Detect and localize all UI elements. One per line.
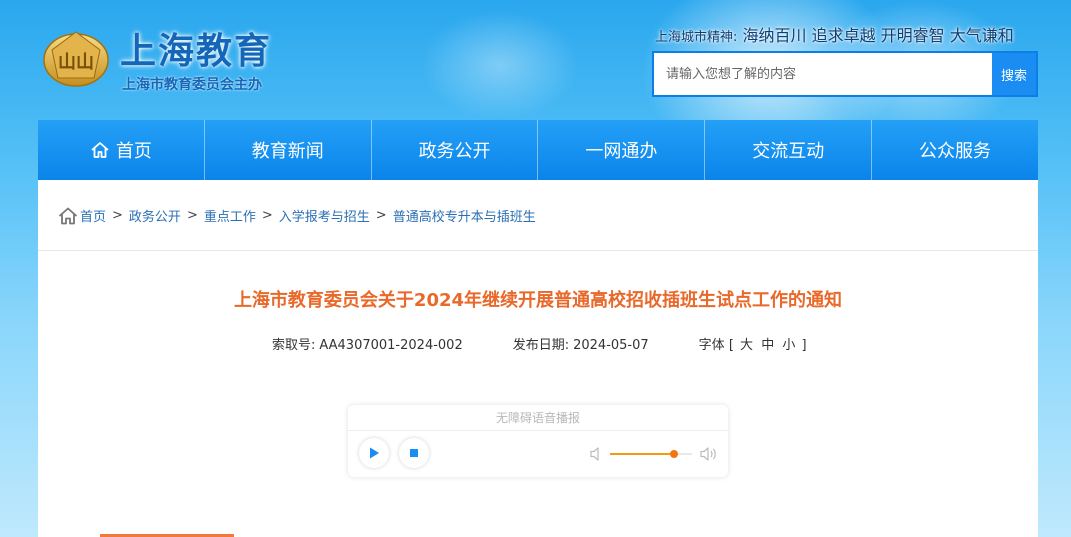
volume-low-icon[interactable]	[590, 446, 604, 462]
city-slogan: 上海城市精神: 海纳百川 追求卓越 开明睿智 大气谦和	[655, 22, 1014, 46]
article-meta: 索取号: AA4307001-2024-002 发布日期: 2024-05-07 字…	[272, 334, 807, 353]
nav-item-education-news[interactable]: 教育新闻	[205, 120, 372, 180]
site-logo[interactable]: 山山	[42, 26, 110, 88]
nav-item-label: 首页	[115, 141, 152, 162]
audio-player: 无障碍语音播报	[348, 405, 728, 477]
stop-icon	[410, 449, 418, 457]
home-icon	[58, 207, 78, 224]
font-size-medium[interactable]: 中	[761, 338, 774, 353]
breadcrumb-item-admission[interactable]: 入学报考与招生	[279, 206, 370, 225]
main-nav: 首页 教育新闻 政务公开 一网通办 交流互动 公众服务	[38, 120, 1038, 180]
svg-text:山山: 山山	[58, 52, 94, 73]
divider	[38, 250, 1038, 251]
breadcrumb-separator: >	[375, 208, 387, 223]
site-title[interactable]: 上海教育	[120, 22, 272, 74]
stop-button[interactable]	[399, 438, 429, 468]
breadcrumb: 首页 > 政务公开 > 重点工作 > 入学报考与招生 > 普通高校专升本与插班生	[58, 206, 536, 225]
slogan-text: 海纳百川 追求卓越 开明睿智 大气谦和	[742, 26, 1014, 45]
nav-item-label: 一网通办	[585, 141, 658, 162]
nav-item-home[interactable]: 首页	[38, 120, 205, 180]
breadcrumb-item-government-affairs[interactable]: 政务公开	[129, 206, 181, 225]
nav-item-public-service[interactable]: 公众服务	[872, 120, 1038, 180]
font-size-small[interactable]: 小	[782, 338, 795, 353]
volume-fill	[610, 453, 674, 455]
play-icon	[370, 447, 379, 459]
search-box: 搜索	[652, 51, 1038, 97]
breadcrumb-item-transfer-students[interactable]: 普通高校专升本与插班生	[393, 206, 536, 225]
content-panel: 首页 > 政务公开 > 重点工作 > 入学报考与招生 > 普通高校专升本与插班生…	[38, 180, 1038, 537]
article-title: 上海市教育委员会关于2024年继续开展普通高校招收插班生试点工作的通知	[233, 290, 843, 311]
search-button[interactable]: 搜索	[992, 53, 1036, 95]
nav-item-label: 政务公开	[418, 141, 491, 162]
nav-item-one-stop-service[interactable]: 一网通办	[538, 120, 706, 180]
volume-slider[interactable]	[610, 450, 692, 458]
index-number: 索取号: AA4307001-2024-002	[272, 338, 463, 353]
breadcrumb-item-key-work[interactable]: 重点工作	[204, 206, 256, 225]
breadcrumb-separator: >	[112, 208, 123, 223]
nav-item-label: 教育新闻	[251, 141, 324, 162]
nav-item-label: 交流互动	[752, 141, 825, 162]
home-icon	[91, 142, 109, 158]
header-flower-glow	[420, 10, 580, 120]
publish-date: 发布日期: 2024-05-07	[512, 338, 649, 353]
site-subtitle: 上海市教育委员会主办	[122, 77, 262, 93]
nav-item-label: 公众服务	[919, 141, 992, 162]
search-input[interactable]	[654, 53, 992, 95]
font-size-large[interactable]: 大	[740, 338, 753, 353]
volume-handle[interactable]	[669, 450, 678, 458]
slogan-label: 上海城市精神:	[655, 30, 738, 45]
play-button[interactable]	[359, 438, 389, 468]
nav-item-interaction[interactable]: 交流互动	[705, 120, 873, 180]
player-title: 无障碍语音播报	[348, 409, 728, 431]
nav-item-government-affairs[interactable]: 政务公开	[372, 120, 539, 180]
font-size-selector: 字体 [ 大 中 小 ]	[698, 338, 807, 353]
breadcrumb-separator: >	[186, 208, 198, 223]
breadcrumb-item-home[interactable]: 首页	[80, 206, 106, 225]
breadcrumb-separator: >	[261, 208, 273, 223]
volume-high-icon[interactable]	[700, 446, 718, 462]
font-size-label: 字体	[698, 338, 725, 353]
